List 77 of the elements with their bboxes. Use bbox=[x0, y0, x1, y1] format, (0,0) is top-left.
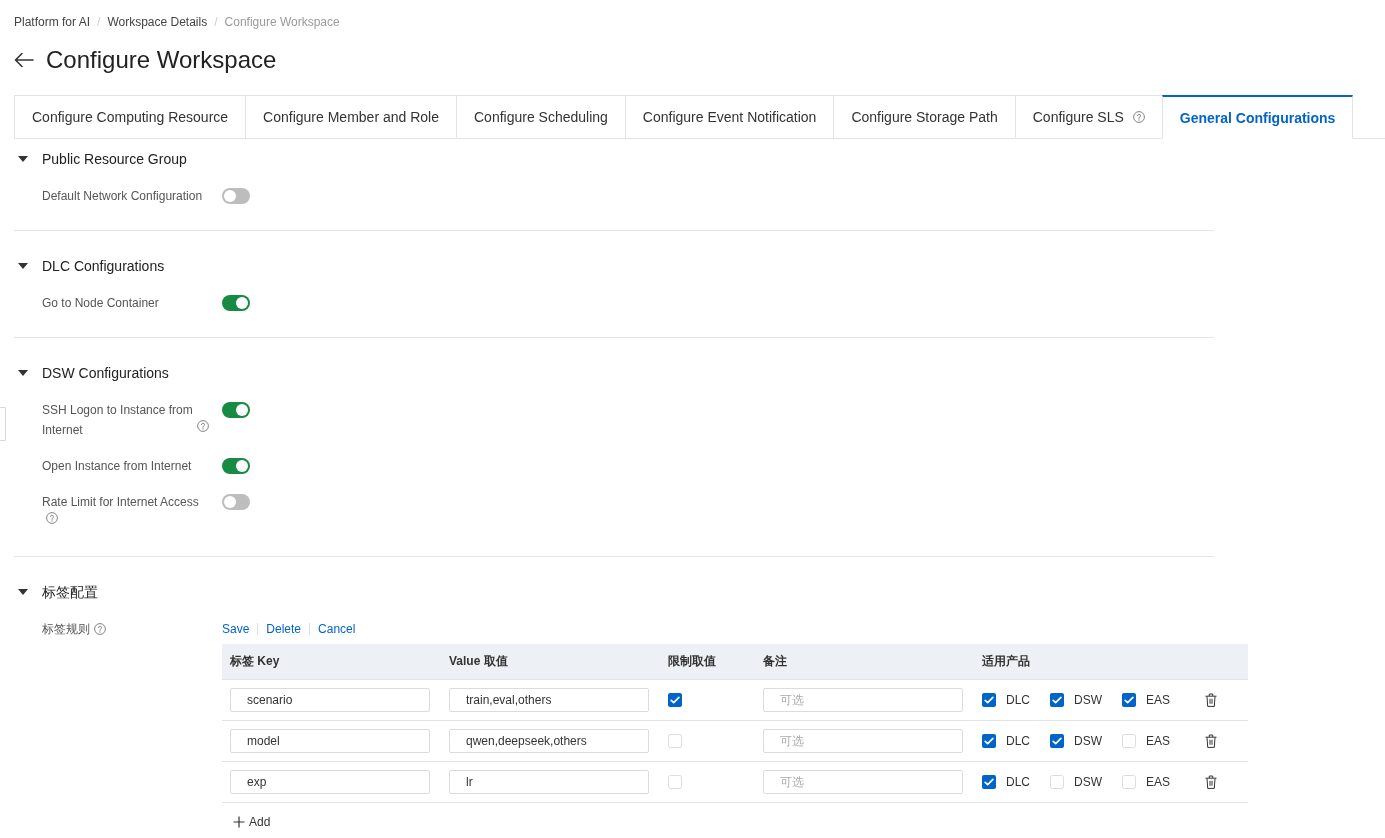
column-header: 适用产品 bbox=[974, 644, 1190, 679]
checkbox[interactable] bbox=[668, 733, 682, 748]
checkbox-label: DSW bbox=[1074, 692, 1102, 707]
column-header: 限制取值 bbox=[660, 644, 755, 679]
toggle-switch[interactable] bbox=[222, 402, 250, 418]
checkbox-label: EAS bbox=[1146, 733, 1171, 748]
section-title: DSW Configurations bbox=[42, 364, 169, 383]
tab[interactable]: Configure Event Notification bbox=[624, 95, 834, 139]
breadcrumb-separator: / bbox=[214, 14, 218, 31]
checkbox-label: DLC bbox=[1006, 692, 1030, 707]
breadcrumb-current: Configure Workspace bbox=[224, 14, 340, 31]
caret-icon[interactable] bbox=[18, 263, 28, 269]
checkbox[interactable] bbox=[1122, 733, 1136, 748]
value-input[interactable]: qwen,deepseek,others bbox=[449, 728, 649, 753]
tab[interactable]: Configure Computing Resource bbox=[14, 95, 246, 139]
panel-handle-icon[interactable] bbox=[0, 407, 6, 441]
checkbox-label: DLC bbox=[1006, 774, 1030, 789]
page-title: Configure Workspace bbox=[46, 45, 277, 75]
checkbox-label: DSW bbox=[1074, 733, 1102, 748]
checkbox[interactable] bbox=[982, 692, 996, 707]
trash-icon[interactable] bbox=[1205, 692, 1217, 707]
breadcrumb-link[interactable]: Platform for AI bbox=[14, 12, 91, 32]
checkbox-label: DLC bbox=[1006, 733, 1030, 748]
field-label: 标签规则 bbox=[42, 622, 90, 636]
setting-label: Default Network Configuration bbox=[42, 188, 203, 205]
checkbox[interactable] bbox=[668, 774, 682, 789]
add-button[interactable]: Add bbox=[233, 811, 271, 832]
checkbox-label: EAS bbox=[1146, 692, 1171, 707]
breadcrumb-link[interactable]: Workspace Details bbox=[107, 12, 208, 32]
checkbox[interactable] bbox=[982, 733, 996, 748]
caret-icon[interactable] bbox=[18, 370, 28, 376]
key-input[interactable]: scenario bbox=[230, 687, 430, 712]
column-header: 备注 bbox=[755, 644, 974, 679]
back-arrow-icon[interactable] bbox=[14, 52, 34, 68]
setting-label: Rate Limit for Internet Access bbox=[42, 494, 199, 511]
setting-label: Go to Node Container bbox=[42, 295, 159, 312]
section-title: 标签配置 bbox=[42, 583, 98, 602]
checkbox[interactable] bbox=[1050, 692, 1064, 707]
tab[interactable]: General Configurations bbox=[1161, 95, 1354, 139]
trash-icon[interactable] bbox=[1205, 774, 1217, 789]
section-title: Public Resource Group bbox=[42, 150, 187, 169]
section-title: DLC Configurations bbox=[42, 257, 165, 276]
action-link[interactable]: Delete bbox=[266, 619, 302, 639]
column-header: 标签 Key bbox=[222, 644, 441, 679]
checkbox[interactable] bbox=[1122, 774, 1136, 789]
caret-icon[interactable] bbox=[18, 589, 28, 595]
tab[interactable]: Configure Member and Role bbox=[245, 95, 456, 139]
tab[interactable]: Configure Scheduling bbox=[456, 95, 625, 139]
note-input[interactable]: 可选 bbox=[763, 728, 963, 753]
action-link[interactable]: Save bbox=[222, 619, 250, 639]
note-input[interactable]: 可选 bbox=[763, 687, 963, 712]
trash-icon[interactable] bbox=[1205, 733, 1217, 748]
key-input[interactable]: exp bbox=[230, 769, 430, 794]
breadcrumb-separator: / bbox=[97, 14, 101, 31]
column-header: Value 取值 bbox=[441, 644, 660, 679]
tab[interactable]: Configure Storage Path bbox=[833, 95, 1015, 139]
toggle-switch[interactable] bbox=[222, 295, 250, 311]
value-input[interactable]: train,eval,others bbox=[449, 687, 649, 712]
tab[interactable]: Configure SLS bbox=[1014, 95, 1162, 139]
note-input[interactable]: 可选 bbox=[763, 769, 963, 794]
checkbox[interactable] bbox=[668, 692, 682, 707]
checkbox[interactable] bbox=[1122, 692, 1136, 707]
checkbox-label: EAS bbox=[1146, 774, 1171, 789]
checkbox-label: DSW bbox=[1074, 774, 1102, 789]
checkbox[interactable] bbox=[1050, 733, 1064, 748]
setting-label: SSH Logon to Instance from Internet bbox=[42, 402, 193, 439]
value-input[interactable]: lr bbox=[449, 769, 649, 794]
caret-icon[interactable] bbox=[18, 156, 28, 162]
key-input[interactable]: model bbox=[230, 728, 430, 753]
checkbox[interactable] bbox=[1050, 774, 1064, 789]
toggle-switch[interactable] bbox=[222, 458, 250, 474]
toggle-switch[interactable] bbox=[222, 494, 250, 510]
plus-icon bbox=[233, 815, 245, 828]
action-link[interactable]: Cancel bbox=[318, 619, 356, 639]
setting-label: Open Instance from Internet bbox=[42, 458, 192, 475]
checkbox[interactable] bbox=[982, 774, 996, 789]
toggle-switch[interactable] bbox=[222, 188, 250, 204]
